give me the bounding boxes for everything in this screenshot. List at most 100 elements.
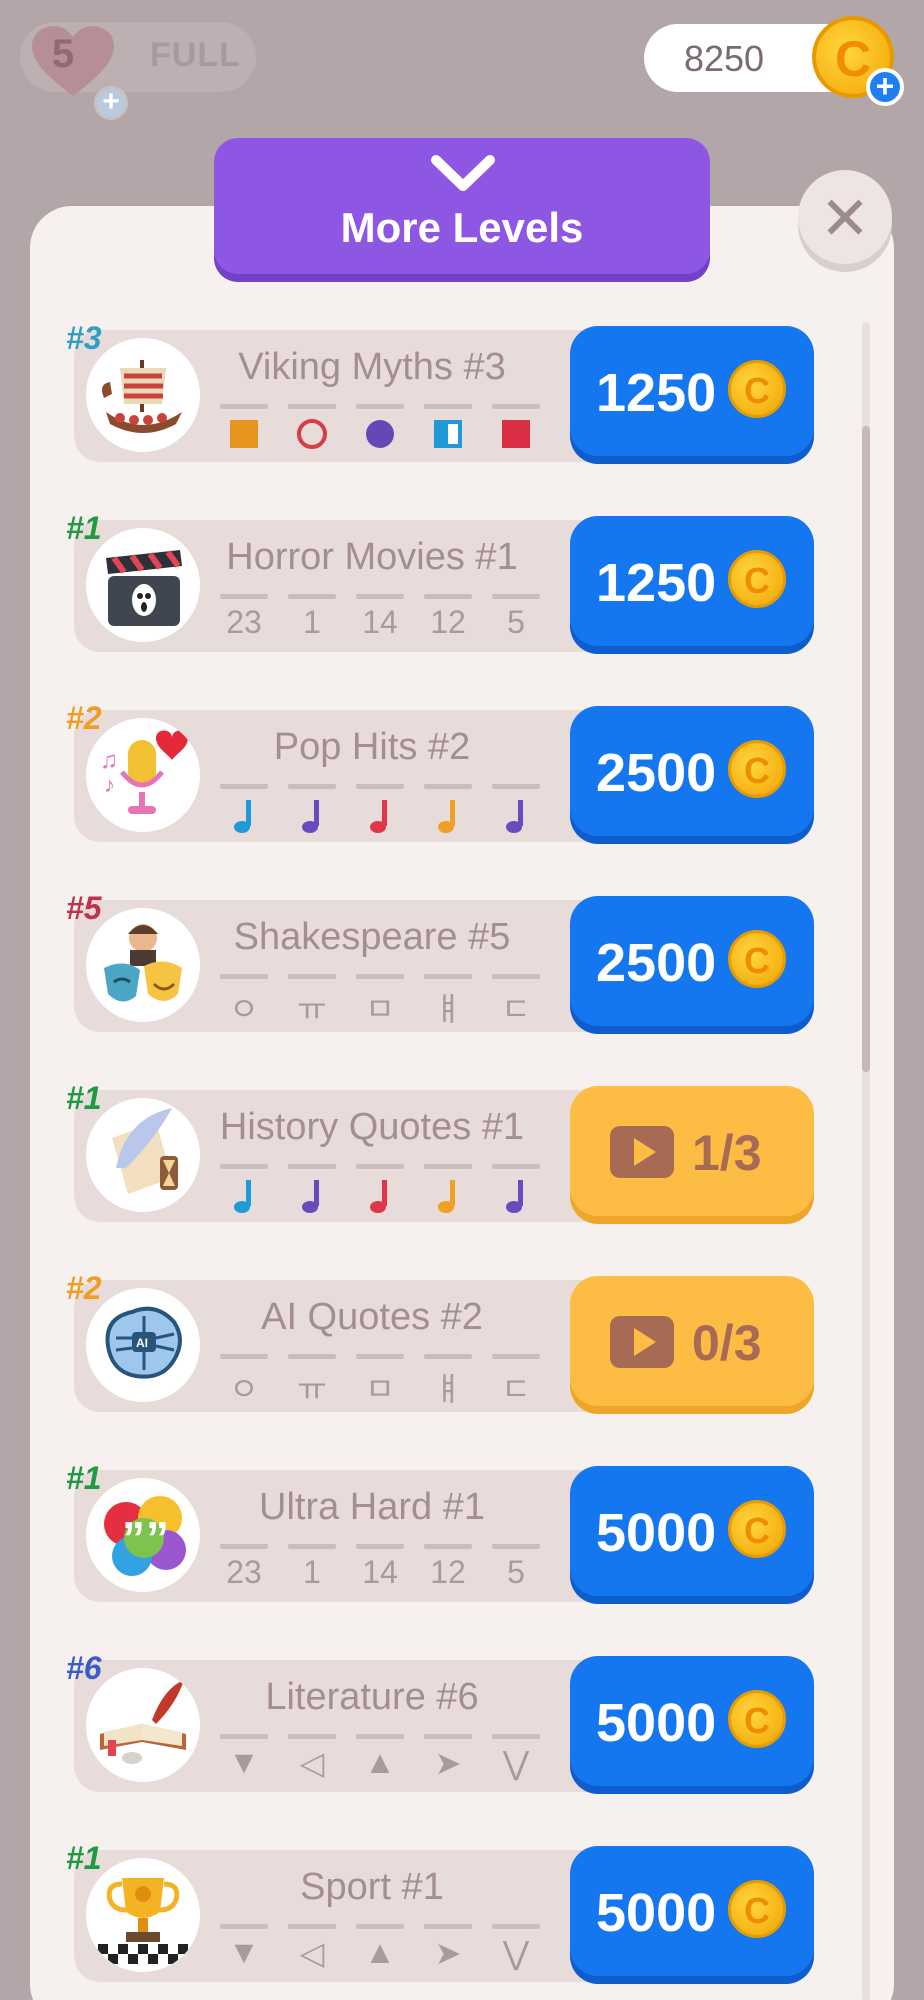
buy-level-button[interactable]: 2500 C [570, 706, 814, 836]
symbol-slot [424, 784, 472, 836]
level-symbols: ㅇㅠㅁㅒㄷ [220, 974, 540, 1027]
symbol-text: ㅇ [229, 1371, 259, 1407]
level-row[interactable]: #1 Sport #1 ▼ ◁ ▲ ➤ ⋁ 5000 C [66, 1840, 814, 1982]
level-row[interactable]: #1 History Quotes #1 1/3 [66, 1080, 814, 1222]
price-value: 1250 [596, 363, 717, 423]
level-row[interactable]: #3 Viking Myths #3 1250 C [66, 320, 814, 462]
watch-ad-button[interactable]: 1/3 [570, 1086, 814, 1216]
level-symbols: 23 1 14 12 5 [220, 594, 540, 646]
ad-progress: 1/3 [692, 1125, 762, 1181]
level-rank-badge: #5 [66, 890, 102, 926]
price-value: 2500 [596, 743, 717, 803]
symbol-text: ㅁ [365, 1371, 395, 1407]
viking-ship-icon [86, 338, 200, 452]
symbol-slot: ㅒ [424, 1354, 472, 1407]
symbol-slot [356, 404, 404, 456]
symbol-text: 5 [507, 604, 525, 640]
lives-status: FULL [150, 36, 241, 74]
coin-icon: C [728, 930, 786, 988]
add-coins-button[interactable]: + [866, 68, 904, 106]
symbol-slot [288, 784, 336, 836]
level-row[interactable]: #5 Shakespeare #5 ㅇ ㅠ ㅁ ㅒ ㄷ 2500 C [66, 890, 814, 1032]
level-title: Pop Hits #2 [273, 726, 471, 768]
symbol-text: 1 [303, 604, 321, 640]
level-title: Sport #1 [300, 1866, 444, 1908]
svg-text:♪: ♪ [104, 772, 115, 797]
level-title: Horror Movies #1 [226, 536, 518, 578]
level-row[interactable]: #1 Horror Movies #1 23 1 14 12 5 1250 C [66, 510, 814, 652]
watch-ad-button[interactable]: 0/3 [570, 1276, 814, 1406]
scrollbar[interactable] [862, 322, 870, 2000]
microphone-icon: ♫ ♪ [86, 718, 200, 832]
level-title: Ultra Hard #1 [259, 1486, 485, 1528]
level-symbols [220, 784, 540, 836]
symbol-slot: ◁ [288, 1734, 336, 1786]
symbol-text: 12 [430, 1554, 466, 1590]
level-row[interactable]: ♫ ♪ #2 Pop Hits #2 2500 C [66, 700, 814, 842]
buy-level-button[interactable]: 5000 C [570, 1656, 814, 1786]
trophy-icon [86, 1858, 200, 1972]
level-symbols: ㅇㅠㅁㅒㄷ [220, 1354, 540, 1407]
buy-level-button[interactable]: 1250 C [570, 326, 814, 456]
scrollbar-thumb[interactable] [862, 426, 870, 1072]
level-rank-badge: #1 [66, 1840, 102, 1876]
coin-icon: C [728, 740, 786, 798]
level-symbols [220, 404, 540, 456]
symbol-text: 23 [226, 1554, 262, 1590]
level-row[interactable]: AI #2 AI Quotes #2 ㅇ ㅠ ㅁ ㅒ ㄷ 0/3 [66, 1270, 814, 1412]
symbol-slot: ⋁ [492, 1924, 540, 1976]
buy-level-button[interactable]: 2500 C [570, 896, 814, 1026]
symbol-text: ㅠ [297, 991, 327, 1027]
panel-title: More Levels [340, 204, 584, 251]
lives-indicator[interactable]: 5 + FULL [20, 22, 256, 120]
symbol-slot: ▲ [356, 1924, 404, 1976]
level-symbols: ▼ ◁ ▲ ➤ ⋁ [220, 1734, 540, 1786]
price-value: 2500 [596, 933, 717, 993]
coin-icon: C [728, 1690, 786, 1748]
buy-level-button[interactable]: 5000 C [570, 1846, 814, 1976]
symbol-slot: 12 [424, 594, 472, 646]
symbol-slot: 1 [288, 594, 336, 646]
level-row[interactable]: #6 Literature #6 ▼ ◁ ▲ ➤ ⋁ 5000 C [66, 1650, 814, 1792]
symbol-slot: 5 [492, 594, 540, 646]
price-value: 5000 [596, 1503, 717, 1563]
symbol-slot: ▼ [220, 1924, 268, 1976]
coin-balance[interactable]: 8250 C + [644, 16, 904, 106]
book-quill-icon [86, 1668, 200, 1782]
symbol-text: 14 [362, 1554, 398, 1590]
level-symbols [220, 1164, 540, 1216]
buy-level-button[interactable]: 1250 C [570, 516, 814, 646]
symbol-text: ㅁ [365, 991, 395, 1027]
symbol-slot: ㅇ [220, 1354, 268, 1407]
symbol-slot: ⋁ [492, 1734, 540, 1786]
close-button[interactable]: ✕ [798, 170, 892, 264]
svg-text:♫: ♫ [100, 747, 118, 774]
coin-icon: C [728, 550, 786, 608]
level-title: Shakespeare #5 [233, 916, 511, 958]
symbol-slot: 14 [356, 594, 404, 646]
buy-level-button[interactable]: 5000 C [570, 1466, 814, 1596]
level-row[interactable]: ”” #1 Ultra Hard #1 23 1 14 12 5 5000 C [66, 1460, 814, 1602]
symbol-text: ⋁ [502, 1745, 530, 1781]
coin-icon: C + [812, 16, 904, 106]
level-title: Literature #6 [265, 1676, 479, 1718]
level-rank-badge: #1 [66, 510, 102, 546]
symbol-slot [492, 784, 540, 836]
clapperboard-icon [86, 528, 200, 642]
symbol-slot [356, 1164, 404, 1216]
symbol-text: ㅒ [433, 1371, 463, 1407]
symbol-slot [424, 1164, 472, 1216]
close-icon: ✕ [819, 185, 871, 252]
symbol-text: 1 [303, 1554, 321, 1590]
symbol-slot [356, 784, 404, 836]
symbol-slot [220, 404, 268, 456]
chevron-down-icon [431, 155, 495, 191]
symbol-text: ▼ [228, 1934, 260, 1970]
add-lives-button[interactable]: + [94, 86, 128, 120]
symbol-slot: 23 [220, 1544, 268, 1596]
symbol-slot [288, 404, 336, 456]
ad-progress: 0/3 [692, 1315, 762, 1371]
symbol-text: ㄷ [501, 991, 531, 1027]
coin-icon: C [728, 1880, 786, 1938]
more-levels-header[interactable]: More Levels [214, 138, 710, 274]
